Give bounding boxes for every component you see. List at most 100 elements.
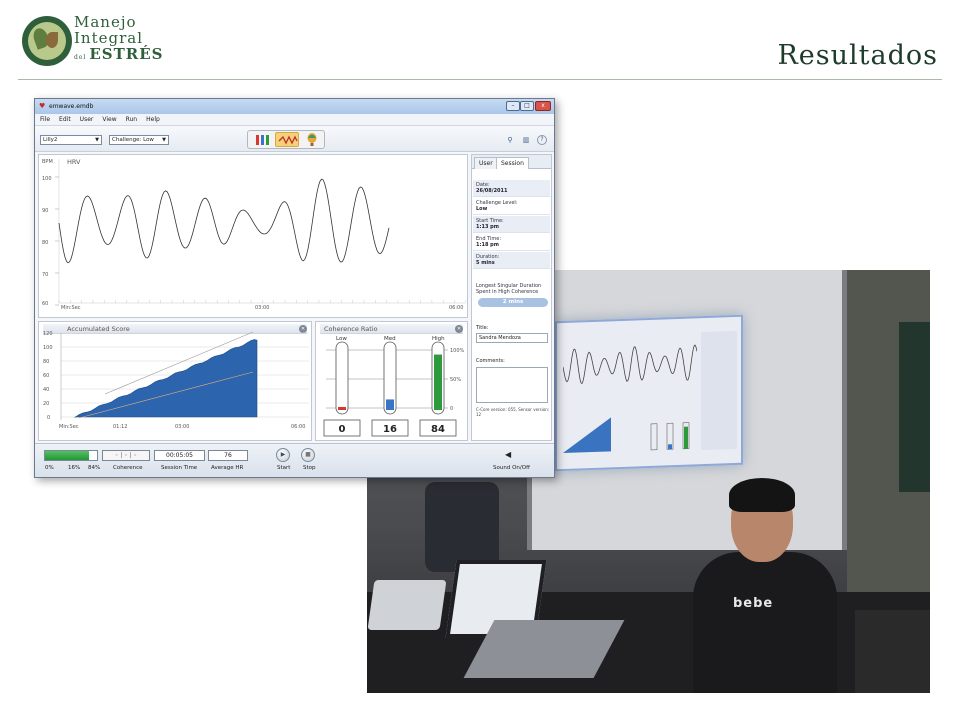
score-plot: 120 100 80 60 40 20 0 Min:Sec 01:12 03:0… (43, 331, 309, 430)
score-x-tick-3: 06:00 (291, 424, 305, 430)
window-titlebar[interactable]: ♥ emwave.emdb – □ x (35, 99, 554, 114)
logo-line-2: Integral (74, 29, 144, 47)
stop-icon: ■ (305, 451, 311, 458)
minimize-button[interactable]: – (506, 101, 520, 111)
score-x-tick-2: 03:00 (175, 424, 189, 430)
balloon-icon (307, 133, 317, 146)
maximize-button[interactable]: □ (520, 101, 534, 111)
heart-wave-icon (278, 135, 298, 145)
score-y-tick-80: 80 (43, 359, 49, 365)
menu-edit[interactable]: Edit (54, 114, 75, 123)
start-button[interactable]: ▶ (276, 448, 290, 462)
session-title-label: Title: (476, 325, 489, 331)
menu-help[interactable]: Help (141, 114, 164, 123)
session-challenge-row: Challenge Level: Low (473, 198, 550, 215)
average-hr-value: 76 (208, 450, 248, 461)
projected-screen (555, 314, 743, 472)
challenge-select[interactable]: Challenge: Low ▼ (109, 135, 169, 145)
longest-coherence-value: 2 mins (478, 298, 548, 307)
session-duration-row: Duration: 5 mins (473, 252, 550, 269)
coherence-value-high: 84 (431, 424, 445, 435)
hrv-y-tick-70: 70 (42, 272, 48, 278)
coherence-fill-low (338, 407, 346, 410)
shirt-text: bebe (733, 596, 774, 611)
slide: Manejo Integral del ESTRÉS Resultados be… (0, 0, 960, 720)
coherence-fill-med (386, 399, 394, 410)
status-bar: 0% 16% 84% ◦ | ◦ | ◦ Coherence 00:05:05 … (35, 443, 554, 477)
hrv-y-tick-100: 100 (42, 176, 52, 182)
speaker-icon[interactable]: ◀ (505, 450, 511, 459)
score-y-tick-60: 60 (43, 373, 49, 379)
menu-view[interactable]: View (97, 114, 120, 123)
search-icon[interactable]: ⚲ (505, 135, 515, 145)
coherence-tube-low (335, 341, 349, 415)
coherence-pct-med: 16% (68, 465, 81, 471)
score-y-tick-120: 120 (43, 331, 53, 337)
coherence-ratio-panel: Coherence Ratio ✕ 100% 50% 0 Low 0 Med 16 Hi… (315, 321, 468, 441)
logo-line-3: del ESTRÉS (74, 45, 164, 63)
view-mode-group (247, 130, 325, 149)
coherence-scale-100: 100% (450, 348, 465, 354)
menu-file[interactable]: File (35, 114, 54, 123)
bar-chart-icon (256, 135, 269, 145)
hrv-y-tick-90: 90 (42, 208, 48, 214)
hrv-x-tick-mid: 03:00 (255, 305, 269, 311)
hrv-x-origin: Min:Sec (61, 305, 81, 311)
coherence-scale-0: 0 (450, 406, 453, 412)
logo-text: Manejo Integral del ESTRÉS (74, 14, 163, 66)
session-title-input[interactable]: Sandra Mendoza (476, 333, 548, 343)
start-label: Start (277, 465, 291, 471)
session-start-row: Start Time: 1:13 pm (473, 216, 550, 233)
coherence-bars-mode-button[interactable] (250, 132, 274, 147)
person (693, 552, 837, 693)
coherence-scale-50: 50% (450, 377, 461, 383)
coherence-value-med: 16 (383, 424, 397, 435)
session-challenge-value: Low (476, 206, 488, 212)
hrv-plot: BPM HRV 100 Min:Sec 03:00 06:00 100 90 8… (42, 158, 466, 311)
session-time-label: Session Time (161, 465, 198, 471)
comments-label: Comments: (476, 358, 505, 364)
hrv-title: HRV (67, 158, 81, 166)
balloon-game-mode-button[interactable] (300, 132, 324, 147)
header-divider (18, 79, 942, 80)
menu-user[interactable]: User (75, 114, 98, 123)
score-x-origin: Min:Sec (59, 424, 79, 430)
user-select-value: Lilly2 (43, 137, 58, 143)
chevron-down-icon: ▼ (162, 137, 166, 143)
hrv-mode-button[interactable] (275, 132, 299, 147)
coherence-label-high: High (432, 336, 445, 342)
comments-textarea[interactable] (476, 367, 548, 403)
stop-button[interactable]: ■ (301, 448, 315, 462)
coherence-pct-high: 84% (88, 465, 101, 471)
version-info: C-Core version: 055, Sensor version: 12 (476, 407, 550, 417)
coherence-pct-low: 0% (45, 465, 54, 471)
logo-emblem-icon (22, 16, 72, 66)
emwave-window: ♥ emwave.emdb – □ x File Edit User View Run H… (34, 98, 555, 478)
score-x-tick-1: 01:12 (113, 424, 127, 430)
tab-session[interactable]: Session (496, 157, 529, 169)
session-panel: User Session Date: 26/08/2011 Challenge … (471, 154, 552, 441)
tab-user[interactable]: User (474, 157, 498, 169)
challenge-select-value: Challenge: Low (112, 137, 154, 143)
sound-toggle-label: Sound On/Off (493, 465, 530, 471)
coherence-label-med: Med (384, 336, 396, 342)
coherence-fill-high (434, 354, 442, 410)
window-title: emwave.emdb (49, 103, 94, 110)
average-hr-label: Average HR (211, 465, 244, 471)
score-y-tick-100: 100 (43, 345, 53, 351)
projector (367, 580, 447, 630)
session-time-value: 00:05:05 (154, 450, 205, 461)
session-end-value: 1:18 pm (476, 242, 499, 248)
score-y-tick-40: 40 (43, 387, 49, 393)
session-duration-value: 5 mins (476, 260, 495, 266)
hrv-y-tick-60: 60 (42, 301, 48, 307)
hrv-chart: BPM HRV 100 Min:Sec 03:00 06:00 100 90 8… (38, 154, 468, 318)
user-select[interactable]: Lilly2 ▼ (40, 135, 102, 145)
chevron-down-icon: ▼ (95, 137, 99, 143)
close-button[interactable]: x (535, 101, 551, 111)
hrv-y-tick-80: 80 (42, 240, 48, 246)
session-date-row: Date: 26/08/2011 (473, 180, 550, 197)
book-icon[interactable]: ▥ (521, 135, 531, 145)
help-icon[interactable]: ? (537, 135, 547, 145)
menu-run[interactable]: Run (121, 114, 142, 123)
